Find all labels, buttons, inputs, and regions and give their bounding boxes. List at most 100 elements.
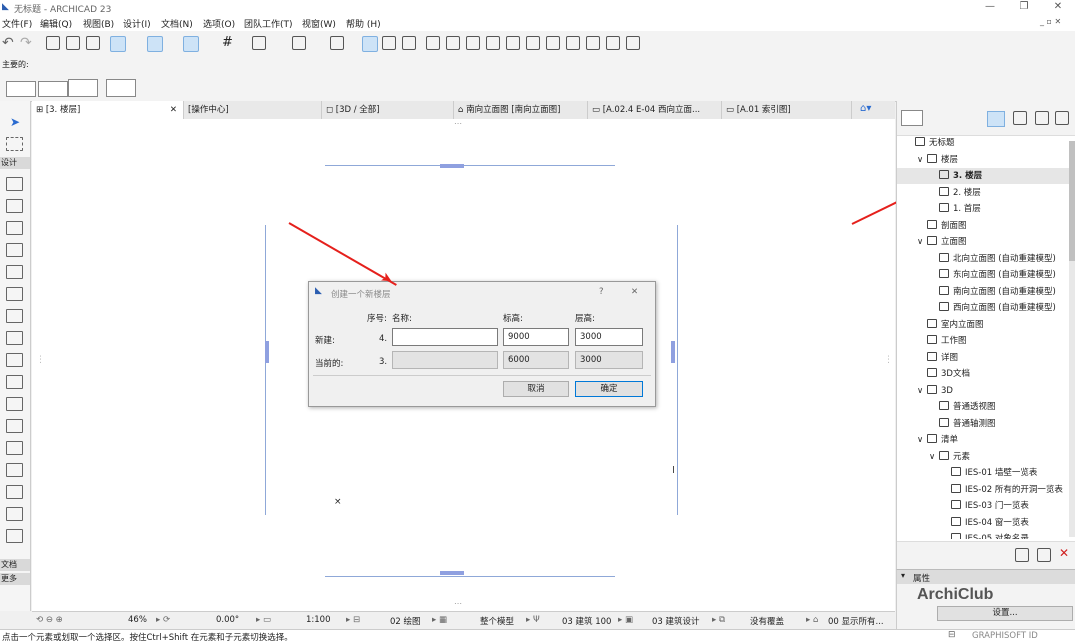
expand-arrow-icon[interactable]: ∨ — [917, 152, 927, 168]
new-story-height-field[interactable]: 3000 — [575, 328, 643, 346]
renovation-value[interactable]: 00 显示所有... — [828, 615, 884, 627]
beam-tool-icon[interactable] — [6, 265, 23, 279]
lamp-tool-icon[interactable] — [6, 529, 23, 543]
publisher-icon[interactable] — [1055, 111, 1071, 127]
collapse-icon[interactable]: ▾ — [901, 571, 905, 580]
tree-item[interactable]: 西向立面图 (自动重建模型) — [897, 300, 1069, 316]
menu-teamwork[interactable]: 团队工作(T) — [244, 17, 293, 30]
tab-south-elevation[interactable]: ⌂ 南向立面图 [南向立面图] — [454, 101, 588, 119]
lock-icon[interactable] — [330, 36, 346, 52]
expand-arrow-icon[interactable]: ∨ — [917, 234, 927, 250]
graphisoft-id[interactable]: GRAPHISOFT ID — [972, 631, 1038, 641]
curve-icon[interactable] — [506, 36, 522, 52]
tree-item[interactable]: ∨ 元素 — [897, 449, 1069, 465]
zoom-controls-icon[interactable]: ⟲ ⊖ ⊕ — [36, 615, 63, 625]
tree-item[interactable]: 普通轴测图 — [897, 416, 1069, 432]
object-tool-icon[interactable] — [6, 463, 23, 477]
mesh-tool-icon[interactable] — [6, 507, 23, 521]
tree-item[interactable]: 剖面图 — [897, 218, 1069, 234]
pen-set-value[interactable]: 03 建筑 100 — [562, 615, 611, 627]
tree-item[interactable]: 无标题 — [897, 135, 1069, 151]
stair-tool-icon[interactable] — [6, 309, 23, 323]
tree-item[interactable]: 2. 楼层 — [897, 185, 1069, 201]
measure-icon[interactable] — [566, 36, 582, 52]
grid-icon[interactable]: # — [222, 35, 233, 50]
ok-button[interactable]: 确定 — [575, 381, 643, 397]
scale-value[interactable]: 1:100 — [306, 615, 331, 625]
view-icon[interactable] — [292, 36, 308, 52]
mdi-controls[interactable]: _ ▫ ✕ — [1040, 17, 1061, 26]
toolbox-design-header[interactable]: 设计 — [0, 157, 30, 169]
settings-button[interactable]: 设置... — [937, 606, 1073, 621]
fillet-icon[interactable] — [486, 36, 502, 52]
snap-guide-icon[interactable] — [147, 36, 163, 52]
model-value[interactable]: 整个模型 — [480, 615, 514, 627]
tab-menu-icon[interactable]: ⌂▾ — [860, 103, 871, 114]
tree-item[interactable]: ∨ 立面图 — [897, 234, 1069, 250]
canvas-handle-right[interactable]: ⋮ — [884, 355, 893, 365]
tab-west-elevation[interactable]: ▭ [A.02.4 E-04 西向立面... — [588, 101, 722, 119]
tree-item[interactable]: 3. 楼层 — [897, 168, 1069, 184]
minimize-button[interactable]: — — [975, 0, 1005, 16]
tree-item[interactable]: IES-02 所有的开洞一览表 — [897, 482, 1069, 498]
tree-item[interactable]: IES-05 对象名录 — [897, 531, 1069, 539]
railing-tool-icon[interactable] — [6, 331, 23, 345]
layer-icon[interactable] — [362, 36, 378, 52]
shell-tool-icon[interactable] — [6, 375, 23, 389]
slab-tool-icon[interactable] — [6, 287, 23, 301]
teamwork-icon[interactable] — [382, 36, 398, 52]
expand-arrow-icon[interactable]: ∨ — [929, 449, 939, 465]
explode-icon[interactable] — [526, 36, 542, 52]
select-method-button[interactable] — [6, 81, 36, 97]
door-tool-icon[interactable] — [6, 199, 23, 213]
tab-action-center[interactable]: [操作中心] — [184, 101, 322, 119]
eyedropper-icon[interactable] — [66, 36, 82, 52]
tree-item[interactable]: ∨ 清单 — [897, 432, 1069, 448]
new-story-name-field[interactable] — [392, 328, 498, 346]
brush-icon[interactable] — [586, 36, 602, 52]
guide-line-icon[interactable] — [110, 36, 126, 52]
render-icon[interactable] — [626, 36, 642, 52]
tree-item[interactable]: IES-01 墙壁一览表 — [897, 465, 1069, 481]
layout-book-icon[interactable] — [1035, 111, 1051, 127]
surface-icon[interactable] — [606, 36, 622, 52]
skylight-tool-icon[interactable] — [6, 397, 23, 411]
solid-ops-icon[interactable] — [546, 36, 562, 52]
project-map-icon[interactable] — [987, 111, 1005, 127]
teamwork-icon[interactable]: ⊟ — [948, 630, 956, 640]
tree-item[interactable]: 1. 首层 — [897, 201, 1069, 217]
roof-tool-icon[interactable] — [6, 353, 23, 367]
tab-3d-all[interactable]: ◻ [3D / 全部] — [322, 101, 454, 119]
tree-item[interactable]: 北向立面图 (自动重建模型) — [897, 251, 1069, 267]
zoom-value[interactable]: 46% — [128, 615, 147, 625]
menu-window[interactable]: 视窗(W) — [302, 17, 336, 30]
dialog-close-button[interactable]: ✕ — [631, 287, 638, 297]
menu-edit[interactable]: 编辑(Q) — [40, 17, 72, 30]
tab-close-icon[interactable]: ✕ — [170, 101, 177, 119]
wall-tool-icon[interactable] — [6, 177, 23, 191]
redo-icon[interactable]: ↷ — [20, 35, 32, 51]
gravity-icon[interactable] — [183, 36, 199, 52]
window-tool-icon[interactable] — [6, 221, 23, 235]
tree-item[interactable]: 3D文档 — [897, 366, 1069, 382]
tree-item[interactable]: 工作图 — [897, 333, 1069, 349]
adjust-icon[interactable] — [446, 36, 462, 52]
toolbox-more-header[interactable]: 更多 — [0, 573, 30, 585]
tree-item[interactable]: 室内立面图 — [897, 317, 1069, 333]
tree-item[interactable]: 普通透视图 — [897, 399, 1069, 415]
marquee-tool-icon[interactable] — [6, 137, 23, 151]
override-value[interactable]: 没有覆盖 — [750, 615, 784, 627]
tree-item[interactable]: ∨ 楼层 — [897, 152, 1069, 168]
tree-item[interactable]: 详图 — [897, 350, 1069, 366]
navigator-scrollbar[interactable] — [1069, 141, 1075, 537]
tree-item[interactable]: ∨ 3D — [897, 383, 1069, 399]
menu-options[interactable]: 选项(O) — [203, 17, 235, 30]
syringe-icon[interactable] — [86, 36, 102, 52]
layer-value[interactable]: 02 绘图 — [390, 615, 421, 627]
rotate-icon[interactable]: ▸ ⟳ — [156, 615, 170, 625]
pet-palette-icon[interactable] — [46, 36, 62, 52]
cross-icon[interactable] — [402, 36, 418, 52]
tree-item[interactable]: IES-03 门一览表 — [897, 498, 1069, 514]
menu-document[interactable]: 文档(N) — [161, 17, 193, 30]
scrollbar-thumb[interactable] — [1069, 141, 1075, 261]
